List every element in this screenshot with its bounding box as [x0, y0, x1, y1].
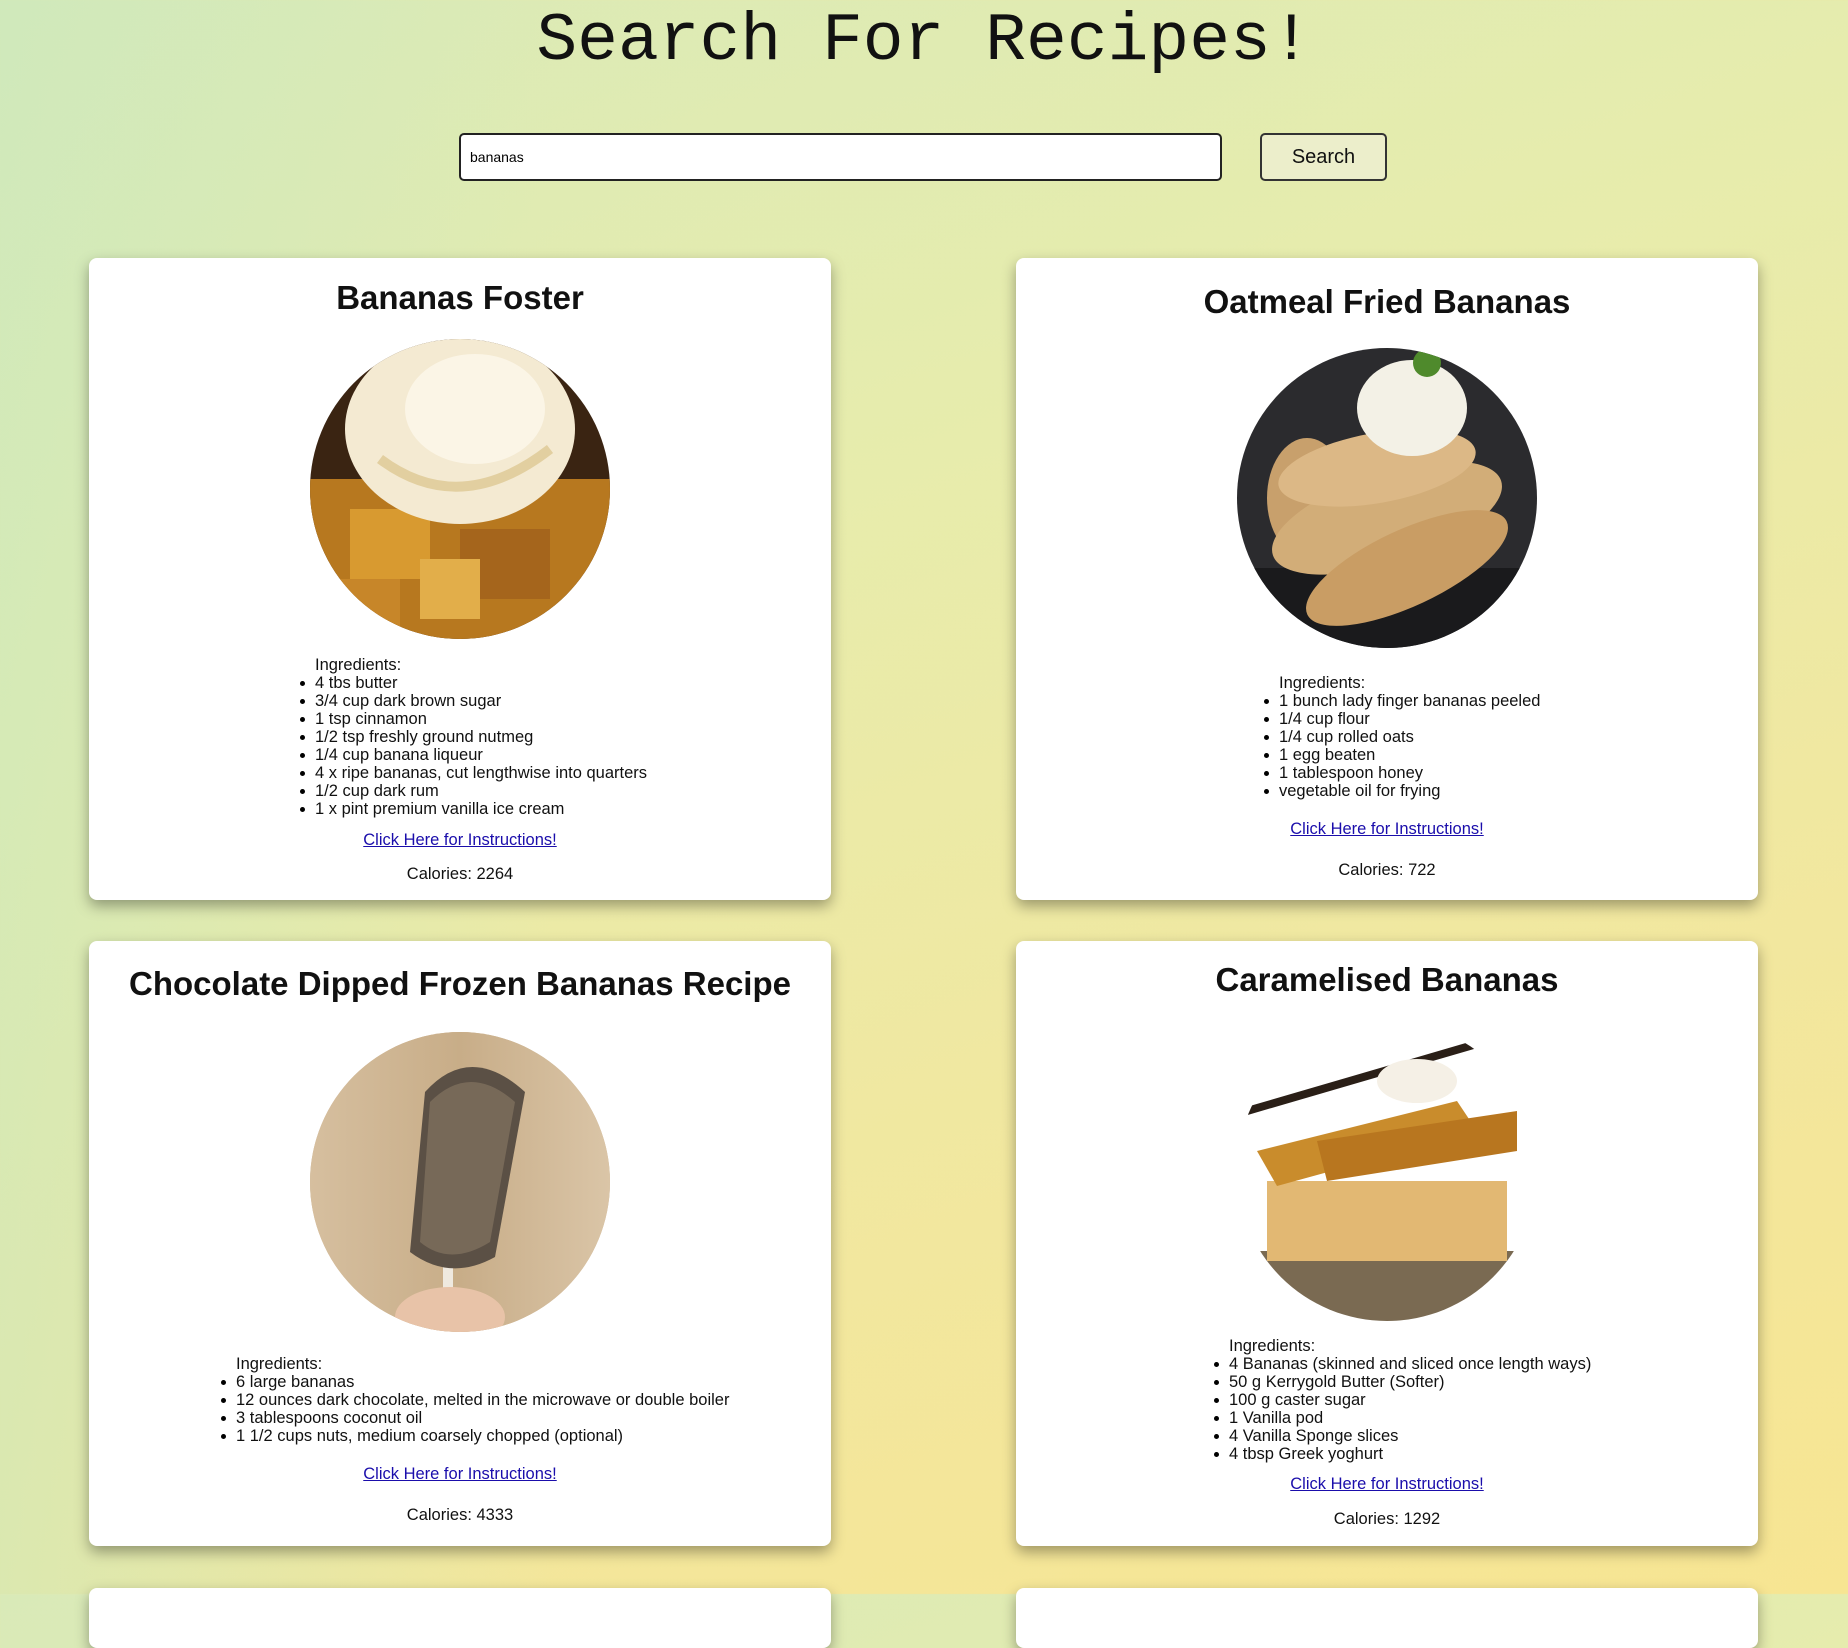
- ingredient-item: 6 large bananas: [220, 1373, 729, 1391]
- calories-text: Calories: 2264: [406, 865, 514, 883]
- ingredient-item: 1/4 cup flour: [1263, 710, 1540, 728]
- recipe-image: [310, 1032, 610, 1332]
- ingredient-item: 12 ounces dark chocolate, melted in the …: [220, 1391, 730, 1409]
- search-button[interactable]: Search: [1260, 133, 1387, 181]
- ingredient-item: 1 x pint premium vanilla ice cream: [299, 800, 647, 818]
- ingredients-list: Ingredients: 6 large bananas 12 ounces d…: [220, 1355, 730, 1445]
- instructions-link[interactable]: Click Here for Instructions!: [363, 831, 556, 849]
- ingredient-item: 1 Vanilla pod: [1213, 1409, 1591, 1427]
- ingredient-item: 4 x ripe bananas, cut lengthwise into qu…: [299, 764, 648, 782]
- ingredient-item: 50 g Kerrygold Butter (Softer): [1213, 1373, 1591, 1391]
- ingredients-label: Ingredients:: [236, 1355, 323, 1373]
- ingredients-label: Ingredients:: [1279, 674, 1366, 692]
- ingredients-list: Ingredients: 4 Bananas (skinned and slic…: [1213, 1337, 1592, 1463]
- recipe-card: [1016, 1588, 1758, 1648]
- ingredient-item: 4 Bananas (skinned and sliced once lengt…: [1213, 1355, 1592, 1373]
- recipe-card: Chocolate Dipped Frozen Bananas Recipe I…: [89, 941, 831, 1546]
- instructions-link[interactable]: Click Here for Instructions!: [1290, 820, 1483, 838]
- ingredient-item: 4 tbsp Greek yoghurt: [1213, 1445, 1591, 1463]
- recipe-title: Chocolate Dipped Frozen Bananas Recipe: [129, 965, 791, 1002]
- ingredient-item: 1 egg beaten: [1263, 746, 1540, 764]
- ingredient-item: 1 bunch lady finger bananas peeled: [1263, 692, 1541, 710]
- ingredient-item: 1/2 tsp freshly ground nutmeg: [299, 728, 647, 746]
- ingredient-item: 1/2 cup dark rum: [299, 782, 647, 800]
- ingredients-label: Ingredients:: [315, 656, 402, 674]
- ingredient-item: vegetable oil for frying: [1263, 782, 1540, 800]
- search-input[interactable]: [459, 133, 1222, 181]
- page-title: Search For Recipes!: [536, 3, 1312, 80]
- ingredient-item: 1/4 cup rolled oats: [1263, 728, 1540, 746]
- ingredient-item: 1 tsp cinnamon: [299, 710, 647, 728]
- calories-text: Calories: 4333: [406, 1506, 514, 1524]
- instructions-link[interactable]: Click Here for Instructions!: [363, 1465, 556, 1483]
- recipe-image: [1237, 348, 1537, 648]
- instructions-link[interactable]: Click Here for Instructions!: [1290, 1475, 1483, 1493]
- recipe-title: Bananas Foster: [336, 279, 584, 316]
- ingredients-label: Ingredients:: [1229, 1337, 1316, 1355]
- recipe-title: Caramelised Bananas: [1215, 961, 1559, 998]
- recipe-image: [1237, 1021, 1537, 1321]
- recipe-card: Oatmeal Fried Bananas Ingredients: 1 bun…: [1016, 258, 1758, 900]
- ingredients-list: Ingredients: 4 tbs butter 3/4 cup dark b…: [299, 656, 648, 818]
- ingredient-item: 1 1/2 cups nuts, medium coarsely chopped…: [220, 1427, 729, 1445]
- ingredient-item: 3/4 cup dark brown sugar: [299, 692, 647, 710]
- ingredient-item: 100 g caster sugar: [1213, 1391, 1591, 1409]
- ingredient-item: 4 tbs butter: [299, 674, 647, 692]
- recipe-title: Oatmeal Fried Bananas: [1203, 283, 1571, 320]
- ingredient-item: 4 Vanilla Sponge slices: [1213, 1427, 1591, 1445]
- recipe-card: Caramelised Bananas Ingredients: 4 Banan…: [1016, 941, 1758, 1546]
- calories-text: Calories: 1292: [1333, 1510, 1441, 1528]
- recipe-card: [89, 1588, 831, 1648]
- ingredient-item: 1/4 cup banana liqueur: [299, 746, 647, 764]
- ingredient-item: 3 tablespoons coconut oil: [220, 1409, 729, 1427]
- calories-text: Calories: 722: [1338, 861, 1436, 879]
- recipe-card: Bananas Foster Ingredients: 4 tbs butter…: [89, 258, 831, 900]
- ingredients-list: Ingredients: 1 bunch lady finger bananas…: [1263, 674, 1541, 800]
- recipe-image: [310, 339, 610, 639]
- ingredient-item: 1 tablespoon honey: [1263, 764, 1540, 782]
